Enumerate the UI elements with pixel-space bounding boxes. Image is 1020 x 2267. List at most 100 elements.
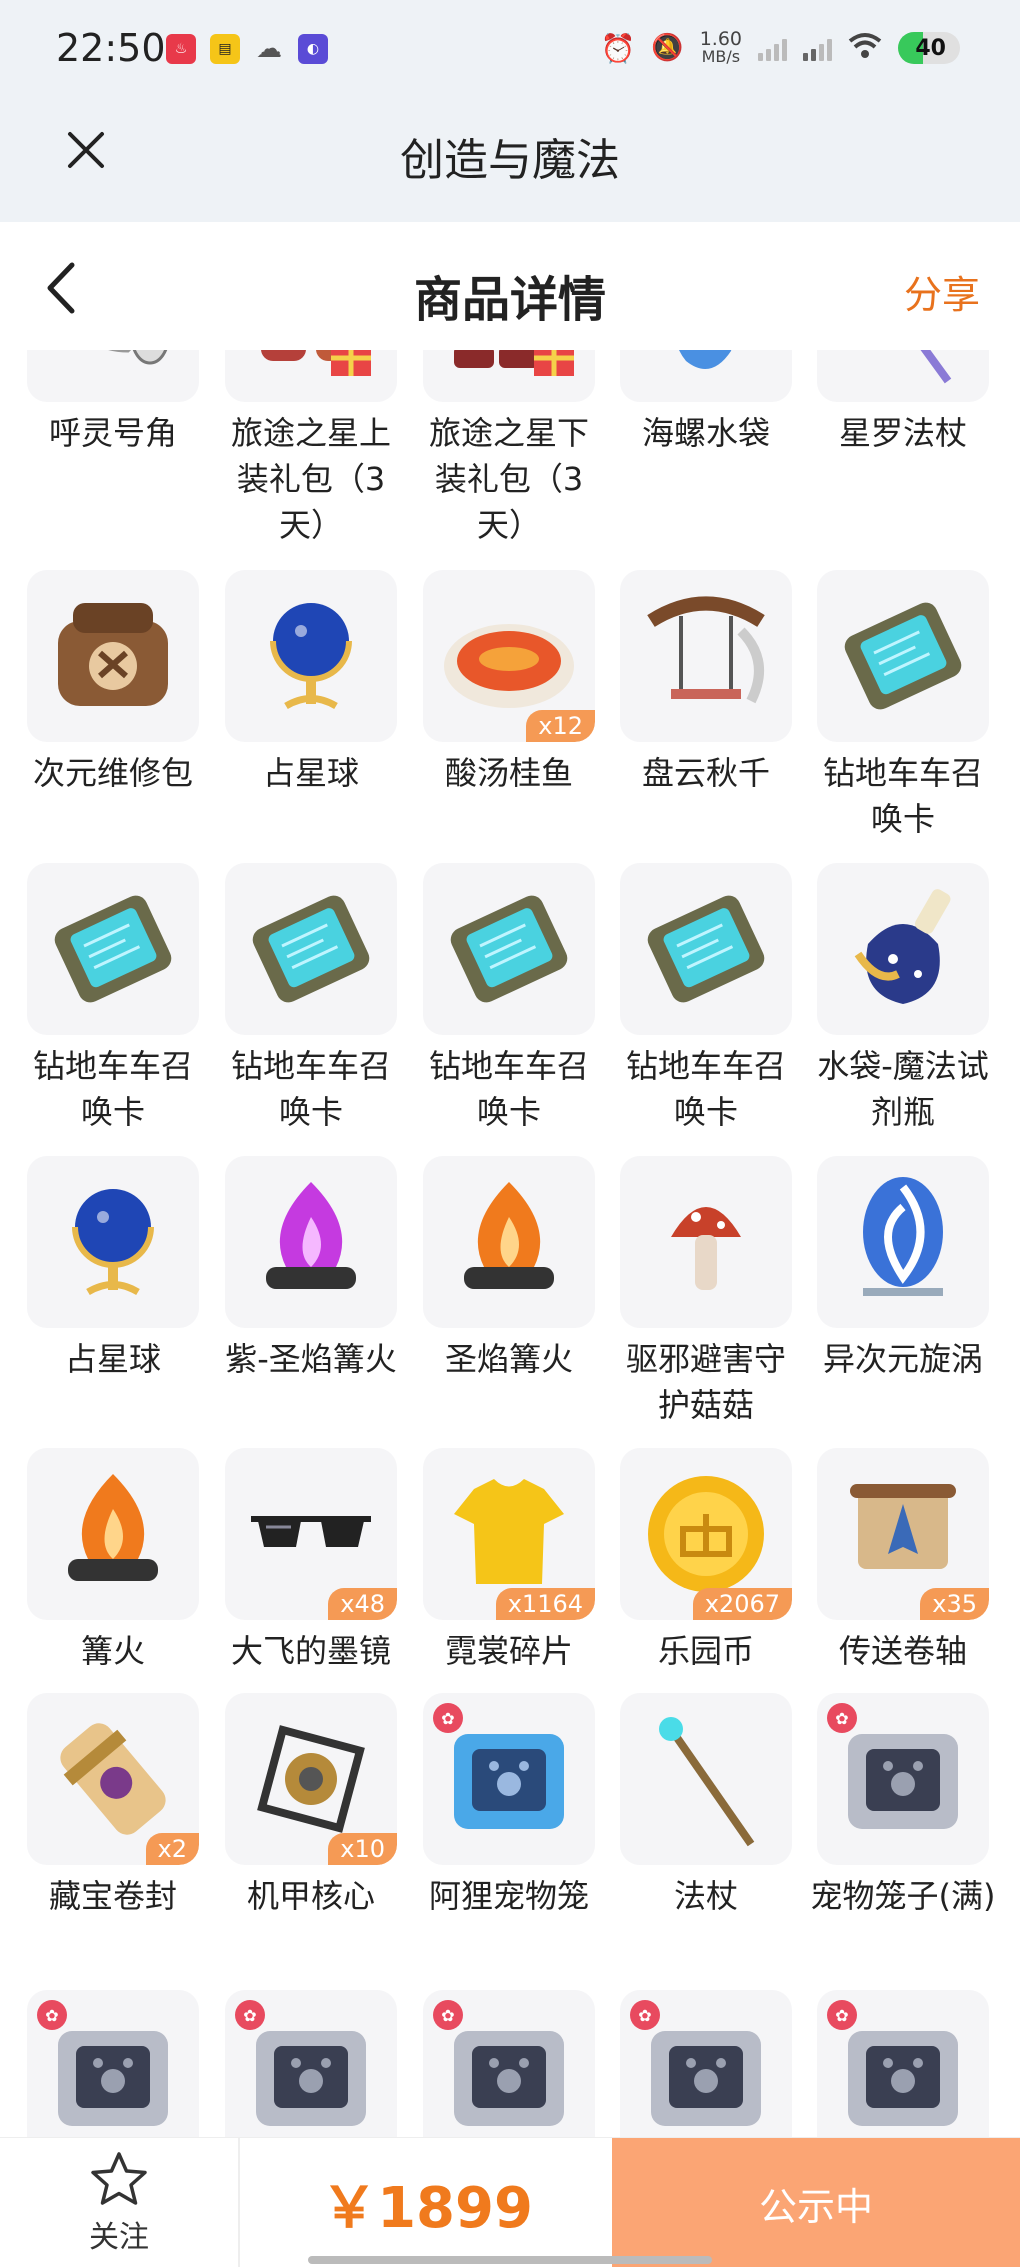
grid-item[interactable]: x2 藏宝卷封: [27, 1693, 199, 1919]
item-thumbnail: ✿: [817, 1990, 989, 2137]
status-indicators: ⏰ 🔕 1.60 MB/s 40: [600, 30, 960, 66]
share-button[interactable]: 分享: [904, 264, 980, 319]
grid-item[interactable]: x35 传送卷轴: [817, 1448, 989, 1674]
vortex-icon: [863, 1177, 943, 1296]
grid-item[interactable]: 紫-圣焰篝火: [225, 1156, 397, 1382]
grid-item[interactable]: 次元维修包: [27, 570, 199, 796]
grid-item[interactable]: 钻地车车召唤卡: [817, 570, 989, 842]
item-grid[interactable]: 呼灵号角 旅途之星上装礼包（3天） 旅途之星下装礼包（3天） 海螺水袋 星罗法杖次元维修…: [0, 350, 1020, 2137]
mushroom-icon: [671, 1207, 741, 1290]
star-staff-icon: [920, 350, 952, 384]
cloud-icon: ☁: [256, 34, 282, 64]
item-thumbnail: ✿: [817, 1693, 989, 1865]
grid-item[interactable]: x12 酸汤桂鱼: [423, 570, 595, 796]
paw-badge-icon: ✿: [37, 2000, 67, 2030]
publicity-status-button[interactable]: 公示中: [612, 2138, 1020, 2267]
quantity-badge: x12: [526, 710, 595, 742]
grid-item[interactable]: 法杖: [620, 1693, 792, 1919]
follow-label: 关注: [89, 2220, 149, 2255]
conch-icon: [679, 350, 732, 369]
campfire-icon: [464, 1182, 554, 1289]
item-thumbnail: [27, 570, 199, 742]
item-label: 呼灵号角: [48, 414, 177, 452]
grid-item[interactable]: 旅途之星上装礼包（3天）: [225, 350, 397, 548]
item-label: 酸汤桂鱼: [444, 754, 573, 792]
paw-badge-icon: ✿: [827, 1703, 857, 1733]
item-thumbnail: [27, 1448, 199, 1620]
repair-bag-icon: [58, 603, 168, 706]
grid-item[interactable]: 钻地车车召唤卡: [225, 863, 397, 1135]
item-label: 水袋-魔法试剂瓶: [817, 1047, 989, 1131]
purple-fire-icon: [266, 1182, 356, 1289]
grid-item[interactable]: 钻地车车召唤卡: [423, 863, 595, 1135]
item-thumbnail: [27, 863, 199, 1035]
sunglasses-icon: [251, 1516, 371, 1547]
grid-item[interactable]: ✿: [27, 1990, 199, 2137]
grid-item[interactable]: 占星球: [225, 570, 397, 796]
shirt-icon: [454, 1479, 564, 1584]
grid-item[interactable]: 圣焰篝火: [423, 1156, 595, 1382]
grid-item[interactable]: 盘云秋千: [620, 570, 792, 796]
item-thumbnail: [225, 350, 397, 402]
item-thumbnail: x1164: [423, 1448, 595, 1620]
grid-item[interactable]: x10 机甲核心: [225, 1693, 397, 1919]
item-thumbnail: [620, 863, 792, 1035]
item-label: 霓裳碎片: [444, 1632, 573, 1670]
signal-icon: [803, 35, 832, 61]
grid-item[interactable]: x1164 霓裳碎片: [423, 1448, 595, 1674]
item-label: 传送卷轴: [838, 1632, 967, 1670]
follow-button[interactable]: 关注: [0, 2138, 240, 2267]
coin-icon: [648, 1476, 764, 1592]
bottom-action-bar: 关注 ￥1899 公示中: [0, 2137, 1020, 2267]
paw-badge-icon: ✿: [433, 2000, 463, 2030]
campfire-icon: [68, 1474, 158, 1581]
paw-badge-icon: ✿: [827, 2000, 857, 2030]
grid-item[interactable]: 海螺水袋: [620, 350, 792, 456]
grid-item[interactable]: ✿ 阿狸宠物笼: [423, 1693, 595, 1919]
grid-item[interactable]: ✿: [817, 1990, 989, 2137]
item-thumbnail: [817, 350, 989, 402]
grid-item[interactable]: 呼灵号角: [27, 350, 199, 456]
item-thumbnail: x10: [225, 1693, 397, 1865]
grid-item[interactable]: 驱邪避害守护菇菇: [620, 1156, 792, 1428]
app-notification-icon: ◐: [298, 34, 328, 64]
grid-item[interactable]: 钻地车车召唤卡: [27, 863, 199, 1135]
grid-item[interactable]: 占星球: [27, 1156, 199, 1382]
item-thumbnail: ✿: [620, 1990, 792, 2137]
star-icon: [91, 2152, 147, 2205]
paw-badge-icon: ✿: [630, 2000, 660, 2030]
grid-item[interactable]: 篝火: [27, 1448, 199, 1674]
staff-icon: [659, 1717, 755, 1847]
grid-item[interactable]: ✿: [620, 1990, 792, 2137]
price: ￥1899: [321, 2175, 533, 2241]
grid-item[interactable]: ✿ 宠物笼子(满): [811, 1693, 995, 1919]
grid-item[interactable]: 旅途之星下装礼包（3天）: [423, 350, 595, 548]
app-top-shell: 22:50 ♨ ▤ ☁ ◐ ⏰ 🔕 1.60 MB/s 40 创造与魔法: [0, 0, 1020, 222]
item-thumbnail: [817, 570, 989, 742]
item-thumbnail: [423, 350, 595, 402]
grid-item[interactable]: ✿: [225, 1990, 397, 2137]
summon-card-icon: [252, 895, 370, 1003]
grid-item[interactable]: 星罗法杖: [817, 350, 989, 456]
fish-dish-icon: [444, 624, 574, 708]
horn-icon: [108, 350, 168, 365]
quantity-badge: x48: [328, 1588, 397, 1620]
item-label: 次元维修包: [32, 754, 193, 792]
grid-item[interactable]: 钻地车车召唤卡: [620, 863, 792, 1135]
item-thumbnail: ✿: [423, 1990, 595, 2137]
status-time: 22:50: [56, 26, 166, 70]
quantity-badge: x2067: [692, 1588, 792, 1620]
grid-item[interactable]: x2067 乐园币: [620, 1448, 792, 1674]
item-thumbnail: [817, 863, 989, 1035]
grid-item[interactable]: 水袋-魔法试剂瓶: [817, 863, 989, 1135]
item-thumbnail: [620, 1693, 792, 1865]
grid-item[interactable]: x48 大飞的墨镜: [225, 1448, 397, 1674]
item-thumbnail: [27, 1156, 199, 1328]
grid-item[interactable]: 异次元旋涡: [817, 1156, 989, 1382]
item-label: 钻地车车召唤卡: [230, 1047, 391, 1131]
home-indicator[interactable]: [308, 2256, 712, 2264]
paw-badge-icon: ✿: [235, 2000, 265, 2030]
grid-item[interactable]: ✿: [423, 1990, 595, 2137]
item-label: 占星球: [262, 754, 359, 792]
item-label: 盘云秋千: [641, 754, 770, 792]
